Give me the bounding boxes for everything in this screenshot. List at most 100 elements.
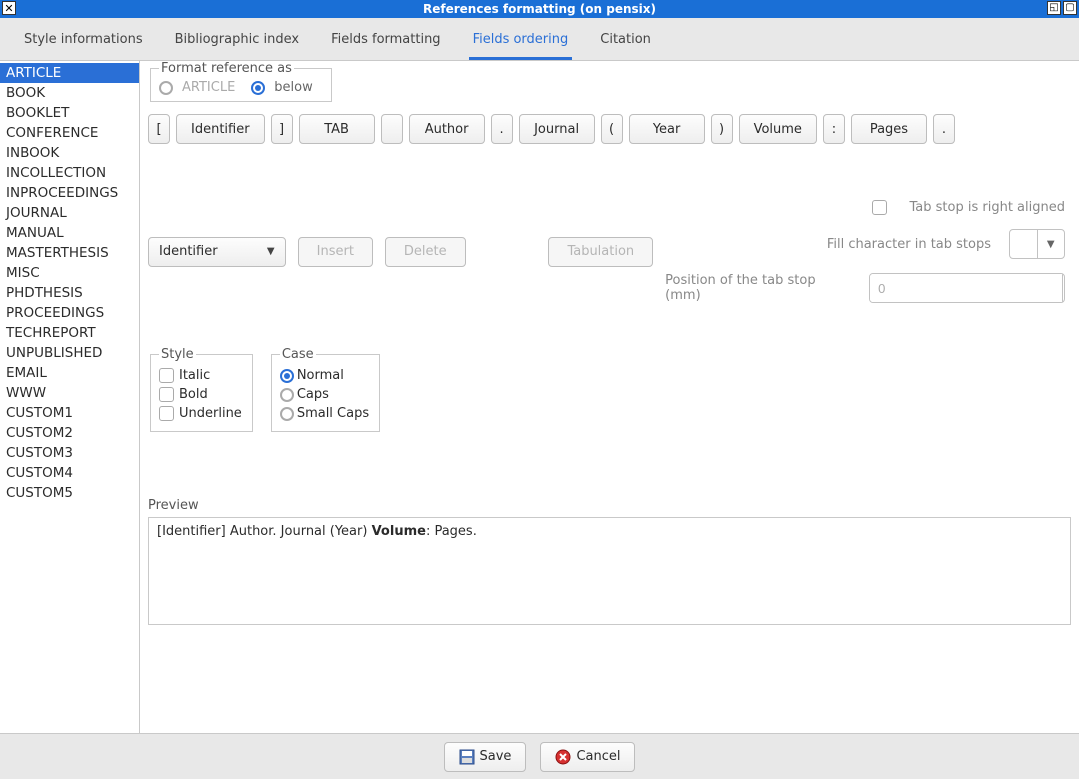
sidebar-item-incollection[interactable]: INCOLLECTION — [0, 163, 139, 183]
cancel-label: Cancel — [576, 749, 620, 764]
sidebar-item-custom1[interactable]: CUSTOM1 — [0, 403, 139, 423]
sidebar-item-masterthesis[interactable]: MASTERTHESIS — [0, 243, 139, 263]
sidebar-item-email[interactable]: EMAIL — [0, 363, 139, 383]
sidebar-item-www[interactable]: WWW — [0, 383, 139, 403]
sidebar-item-book[interactable]: BOOK — [0, 83, 139, 103]
sidebar-item-article[interactable]: ARTICLE — [0, 63, 139, 83]
tab-bar: Style informations Bibliographic index F… — [0, 18, 1079, 61]
case-smallcaps-label: Small Caps — [297, 406, 369, 421]
save-label: Save — [480, 749, 512, 764]
window-title: References formatting (on pensix) — [423, 2, 656, 16]
underline-checkbox[interactable] — [159, 406, 174, 421]
window-maximize-icon[interactable]: ▢ — [1063, 1, 1077, 15]
preview-text-bold: Volume — [372, 524, 426, 539]
sidebar-item-inbook[interactable]: INBOOK — [0, 143, 139, 163]
case-normal-radio[interactable] — [280, 369, 294, 383]
entry-type-list[interactable]: ARTICLEBOOKBOOKLETCONFERENCEINBOOKINCOLL… — [0, 61, 140, 733]
fill-char-combo[interactable]: ▼ — [1009, 229, 1065, 259]
italic-checkbox[interactable] — [159, 368, 174, 383]
tabulation-button[interactable]: Tabulation — [548, 237, 653, 267]
chevron-down-icon: ▼ — [1037, 230, 1065, 258]
content-panel: Format reference as ARTICLE below [Ident… — [140, 61, 1079, 733]
footer: Save Cancel — [0, 733, 1079, 779]
case-smallcaps-radio[interactable] — [280, 407, 294, 421]
case-caps-radio[interactable] — [280, 388, 294, 402]
chevron-down-icon: ▼ — [267, 246, 275, 257]
window-titlebar: ✕ References formatting (on pensix) ◱ ▢ — [0, 0, 1079, 18]
sidebar-item-journal[interactable]: JOURNAL — [0, 203, 139, 223]
radio-below-label: below — [274, 80, 312, 95]
tab-options: Tab stop is right aligned Fill character… — [665, 200, 1071, 303]
format-reference-legend: Format reference as — [159, 61, 294, 76]
radio-article[interactable] — [159, 81, 173, 95]
preview-text-post: : Pages. — [426, 524, 477, 539]
sidebar-item-conference[interactable]: CONFERENCE — [0, 123, 139, 143]
field-token-year[interactable]: Year — [629, 114, 705, 144]
tab-right-aligned-label: Tab stop is right aligned — [910, 200, 1065, 215]
preview-label: Preview — [148, 498, 1071, 513]
tab-position-input[interactable] — [870, 274, 1062, 302]
separator-token[interactable]: ( — [601, 114, 623, 144]
preview-text-pre: [Identifier] Author. Journal (Year) — [157, 524, 372, 539]
sidebar-item-proceedings[interactable]: PROCEEDINGS — [0, 303, 139, 323]
tab-position-label: Position of the tab stop (mm) — [665, 273, 851, 303]
field-select-combo[interactable]: Identifier ▼ — [148, 237, 286, 267]
cancel-button[interactable]: Cancel — [540, 742, 635, 772]
case-group: Case Normal Caps Small Caps — [271, 347, 380, 432]
separator-token[interactable]: ) — [711, 114, 733, 144]
italic-label: Italic — [179, 368, 210, 383]
radio-article-label: ARTICLE — [182, 80, 235, 95]
window-close-icon[interactable]: ✕ — [2, 1, 16, 15]
field-token-row: [Identifier]TABAuthor.Journal(Year)Volum… — [148, 114, 1071, 144]
underline-label: Underline — [179, 406, 242, 421]
tab-fields-formatting[interactable]: Fields formatting — [327, 26, 444, 60]
tab-citation[interactable]: Citation — [596, 26, 655, 60]
separator-token[interactable] — [381, 114, 403, 144]
sidebar-item-custom2[interactable]: CUSTOM2 — [0, 423, 139, 443]
sidebar-item-unpublished[interactable]: UNPUBLISHED — [0, 343, 139, 363]
field-token-identifier[interactable]: Identifier — [176, 114, 265, 144]
field-token-journal[interactable]: Journal — [519, 114, 595, 144]
sidebar-item-inproceedings[interactable]: INPROCEEDINGS — [0, 183, 139, 203]
tab-position-stepper[interactable]: − + — [869, 273, 1065, 303]
bold-checkbox[interactable] — [159, 387, 174, 402]
case-legend: Case — [280, 347, 316, 362]
separator-token[interactable]: ] — [271, 114, 293, 144]
field-token-tab[interactable]: TAB — [299, 114, 375, 144]
case-caps-label: Caps — [297, 387, 329, 402]
tab-bibliographic-index[interactable]: Bibliographic index — [171, 26, 303, 60]
save-button[interactable]: Save — [444, 742, 527, 772]
stepper-minus-button[interactable]: − — [1062, 274, 1065, 302]
bold-label: Bold — [179, 387, 208, 402]
sidebar-item-misc[interactable]: MISC — [0, 263, 139, 283]
delete-button[interactable]: Delete — [385, 237, 466, 267]
case-normal-label: Normal — [297, 368, 344, 383]
sidebar-item-custom5[interactable]: CUSTOM5 — [0, 483, 139, 503]
separator-token[interactable]: . — [491, 114, 513, 144]
sidebar-item-phdthesis[interactable]: PHDTHESIS — [0, 283, 139, 303]
field-token-volume[interactable]: Volume — [739, 114, 817, 144]
sidebar-item-techreport[interactable]: TECHREPORT — [0, 323, 139, 343]
tab-style-informations[interactable]: Style informations — [20, 26, 147, 60]
tab-right-aligned-checkbox[interactable] — [872, 200, 887, 215]
separator-token[interactable]: : — [823, 114, 845, 144]
separator-token[interactable]: [ — [148, 114, 170, 144]
insert-button[interactable]: Insert — [298, 237, 373, 267]
field-token-pages[interactable]: Pages — [851, 114, 927, 144]
save-icon — [459, 749, 475, 765]
window-restore-icon[interactable]: ◱ — [1047, 1, 1061, 15]
tab-fields-ordering[interactable]: Fields ordering — [469, 26, 573, 60]
field-token-author[interactable]: Author — [409, 114, 485, 144]
sidebar-item-custom3[interactable]: CUSTOM3 — [0, 443, 139, 463]
field-select-value: Identifier — [159, 244, 218, 259]
cancel-icon — [555, 749, 571, 765]
radio-below[interactable] — [251, 81, 265, 95]
sidebar-item-custom4[interactable]: CUSTOM4 — [0, 463, 139, 483]
fill-char-label: Fill character in tab stops — [827, 237, 991, 252]
style-legend: Style — [159, 347, 196, 362]
sidebar-item-booklet[interactable]: BOOKLET — [0, 103, 139, 123]
sidebar-item-manual[interactable]: MANUAL — [0, 223, 139, 243]
format-reference-as-group: Format reference as ARTICLE below — [150, 61, 332, 102]
preview-box: [Identifier] Author. Journal (Year) Volu… — [148, 517, 1071, 625]
separator-token[interactable]: . — [933, 114, 955, 144]
